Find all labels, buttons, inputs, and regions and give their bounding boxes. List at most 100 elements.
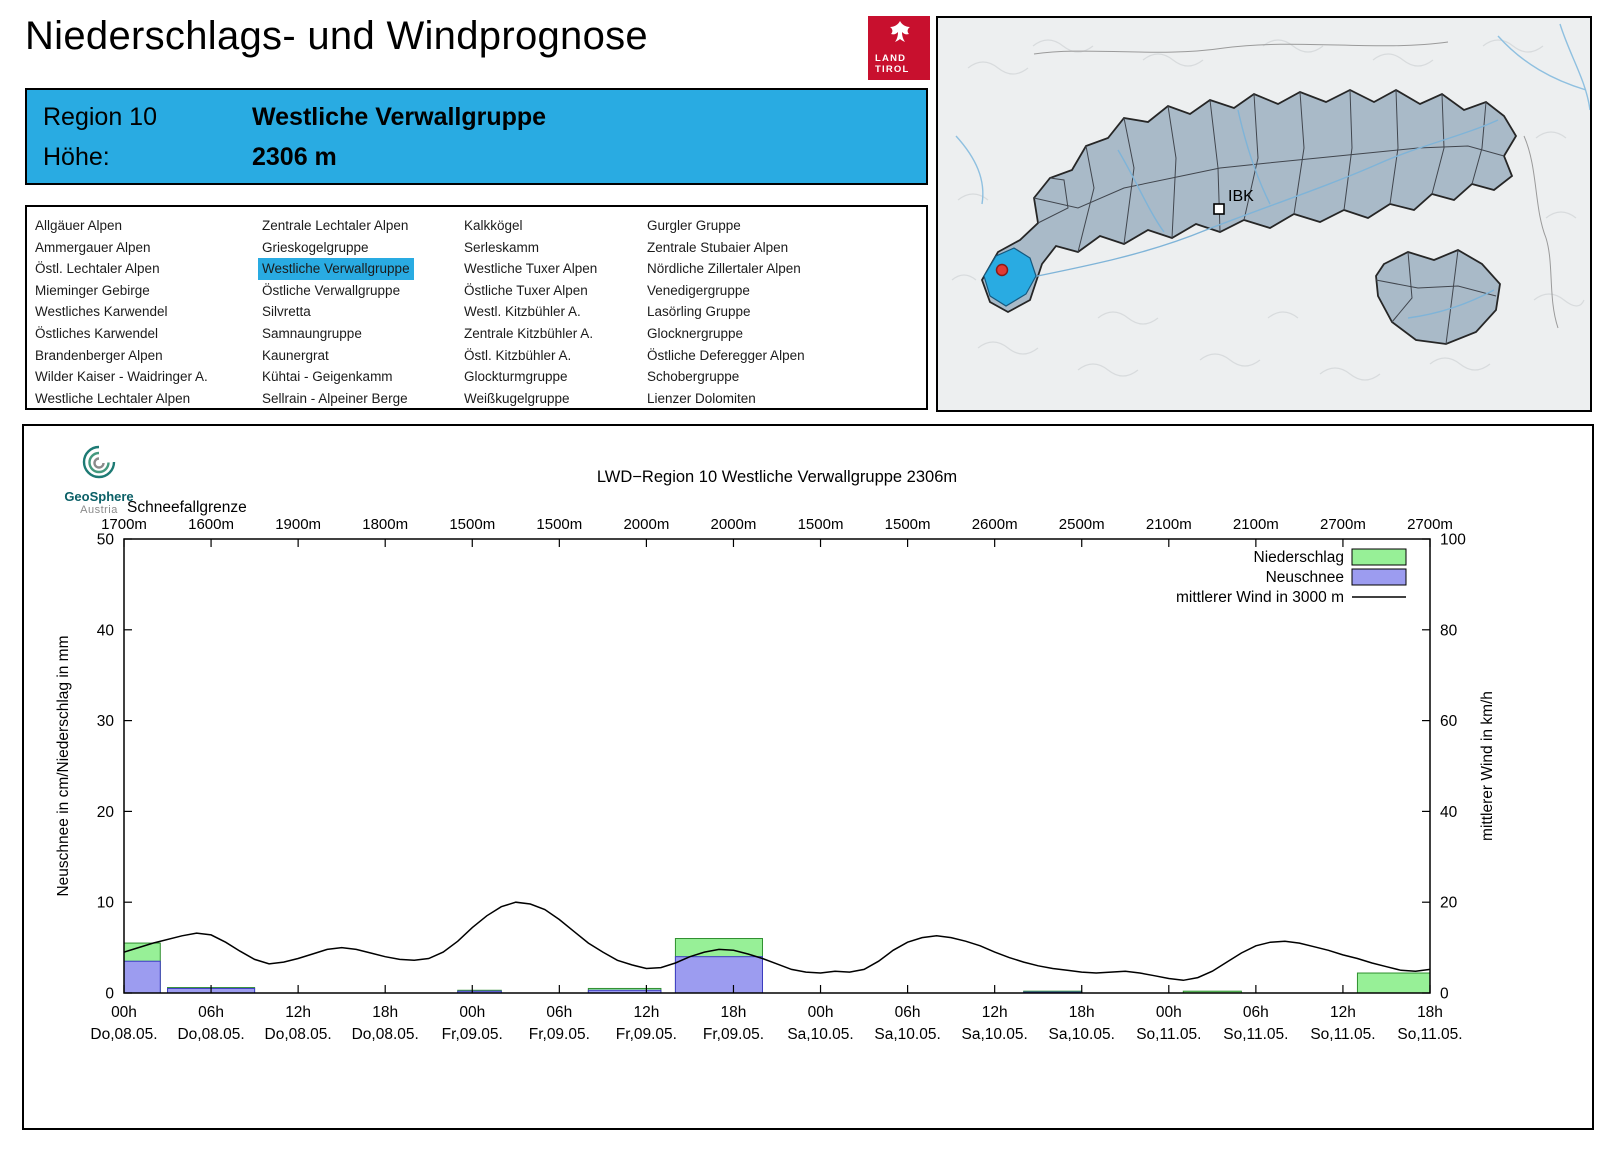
region-item[interactable]: Östliche Verwallgruppe <box>262 280 400 302</box>
region-item[interactable]: Glocknergruppe <box>647 323 743 345</box>
location-marker-dot <box>995 263 1009 277</box>
region-item[interactable]: Grieskogelgruppe <box>262 237 369 259</box>
region-item[interactable]: Nördliche Zillertaler Alpen <box>647 258 801 280</box>
xtick-date-label: Do,08.05. <box>177 1026 244 1043</box>
xtick-time-label: 18h <box>1417 1004 1443 1021</box>
region-item[interactable]: Gurgler Gruppe <box>647 215 741 237</box>
page: { "page": { "title": "Niederschlags- und… <box>0 0 1600 1153</box>
xtick-date-label: Sa,10.05. <box>874 1026 940 1043</box>
legend-label: Niederschlag <box>1254 549 1344 566</box>
xtick-time-label: 00h <box>459 1004 485 1021</box>
region-item[interactable]: Zentrale Stubaier Alpen <box>647 237 788 259</box>
y-axis-right-title: mittlerer Wind in km/h <box>1479 691 1496 841</box>
region-item[interactable]: Lienzer Dolomiten <box>647 388 756 410</box>
geosphere-logo: GeoSphere Austria <box>54 442 144 516</box>
page-title: Niederschlags- und Windprognose <box>25 14 648 58</box>
xtick-date-label: Fr,09.05. <box>442 1026 503 1043</box>
snow-bar <box>123 960 161 994</box>
land-tirol-logo-line2: TIROL <box>875 63 910 75</box>
snowline-label: Schneefallgrenze <box>127 499 247 516</box>
region-item[interactable]: Westliche Lechtaler Alpen <box>35 388 190 410</box>
region-item[interactable]: Mieminger Gebirge <box>35 280 150 302</box>
xtick-date-label: So,11.05. <box>1223 1026 1288 1043</box>
region-list-column: Gurgler Gruppe Zentrale Stubaier Alpen Nör… <box>647 215 805 409</box>
ibk-label: IBK <box>1228 188 1254 205</box>
region-item[interactable]: Serleskamm <box>464 237 539 259</box>
xtick-date-label: Fr,09.05. <box>616 1026 677 1043</box>
legend-label: Neuschnee <box>1266 569 1344 586</box>
xtick-time-label: 18h <box>721 1004 747 1021</box>
region-item[interactable]: Östliche Tuxer Alpen <box>464 280 588 302</box>
region-item[interactable]: Kalkkögel <box>464 215 523 237</box>
region-list-column: Zentrale Lechtaler Alpen Grieskogelgruppe… <box>258 215 414 410</box>
region-item[interactable]: Westliche Tuxer Alpen <box>464 258 597 280</box>
precip-bar <box>1356 972 1431 994</box>
forecast-chart-panel: LWD−Region 10 Westliche Verwallgruppe 23… <box>22 424 1594 1130</box>
snowline-value: 1500m <box>798 516 844 533</box>
legend-swatch-1 <box>1351 568 1407 586</box>
land-tirol-logo: LAND TIROL <box>868 16 930 80</box>
tirol-eagle-icon <box>890 21 910 42</box>
bars-group <box>123 938 1431 994</box>
snowline-value: 2600m <box>972 516 1018 533</box>
geosphere-country: Austria <box>80 504 118 516</box>
tirol-overview-map: IBK <box>936 16 1592 412</box>
region-item[interactable]: Östliches Karwendel <box>35 323 158 345</box>
region-item[interactable]: Weißkugelgruppe <box>464 388 570 410</box>
region-item[interactable]: Östliche Deferegger Alpen <box>647 345 805 367</box>
xtick-date-label: Fr,09.05. <box>529 1026 590 1043</box>
snowline-value: 2500m <box>1059 516 1105 533</box>
region-item[interactable]: Östl. Lechtaler Alpen <box>35 258 160 280</box>
xtick-time-label: 12h <box>633 1004 659 1021</box>
xtick-time-label: 18h <box>1069 1004 1095 1021</box>
snowline-value: 2000m <box>711 516 757 533</box>
region-item[interactable]: Zentrale Kitzbühler A. <box>464 323 593 345</box>
region-item[interactable]: Westl. Kitzbühler A. <box>464 301 581 323</box>
region-item[interactable]: Brandenberger Alpen <box>35 345 163 367</box>
snowline-value: 2700m <box>1407 516 1453 533</box>
xtick-date-label: So,11.05. <box>1397 1026 1462 1043</box>
region-item[interactable]: Samnaungruppe <box>262 323 362 345</box>
region-header: Region 10 Westliche Verwallgruppe Höhe: … <box>25 88 928 185</box>
ytick-left-label: 0 <box>105 986 114 1003</box>
xtick-date-label: Sa,10.05. <box>961 1026 1027 1043</box>
xtick-time-label: 18h <box>372 1004 398 1021</box>
region-item[interactable]: Venedigergruppe <box>647 280 750 302</box>
region-item[interactable]: Sellrain - Alpeiner Berge <box>262 388 408 410</box>
snowline-value: 1700m <box>101 516 147 533</box>
region-item[interactable]: Schobergruppe <box>647 366 739 388</box>
xtick-time-label: 06h <box>198 1004 224 1021</box>
xtick-time-label: 12h <box>1330 1004 1356 1021</box>
xtick-time-label: 06h <box>546 1004 572 1021</box>
xtick-time-label: 00h <box>1156 1004 1182 1021</box>
geosphere-swirl-icon <box>82 445 116 479</box>
chart-title: LWD−Region 10 Westliche Verwallgruppe 23… <box>597 468 957 486</box>
region-item[interactable]: Kühtai - Geigenkamm <box>262 366 393 388</box>
xtick-date-label: Do,08.05. <box>90 1026 157 1043</box>
xtick-date-label: Fr,09.05. <box>703 1026 764 1043</box>
geosphere-name: GeoSphere <box>64 489 134 504</box>
ytick-right-label: 0 <box>1440 986 1449 1003</box>
xtick-time-label: 00h <box>808 1004 834 1021</box>
land-tirol-logo-line1: LAND <box>875 53 907 64</box>
region-item[interactable]: Zentrale Lechtaler Alpen <box>262 215 408 237</box>
region-item[interactable]: Östl. Kitzbühler A. <box>464 345 571 367</box>
ytick-right-label: 20 <box>1440 895 1458 912</box>
y-axis-left-title: Neuschnee in cm/Niederschlag in mm <box>55 635 72 896</box>
xtick-date-label: So,11.05. <box>1136 1026 1201 1043</box>
region-item[interactable]: Glockturmgruppe <box>464 366 568 388</box>
region-item[interactable]: Wilder Kaiser - Waidringer A. <box>35 366 208 388</box>
region-item[interactable]: Silvretta <box>262 301 311 323</box>
snowline-value: 2000m <box>623 516 669 533</box>
xtick-date-label: Sa,10.05. <box>787 1026 853 1043</box>
region-item[interactable]: Allgäuer Alpen <box>35 215 122 237</box>
region-item[interactable]: Ammergauer Alpen <box>35 237 151 259</box>
region-item-selected[interactable]: Westliche Verwallgruppe <box>258 258 414 280</box>
region-name: Westliche Verwallgruppe <box>252 103 547 131</box>
snowline-value: 1900m <box>275 516 321 533</box>
region-item[interactable]: Westliches Karwendel <box>35 301 168 323</box>
region-item[interactable]: Kaunergrat <box>262 345 329 367</box>
region-item[interactable]: Lasörling Gruppe <box>647 301 751 323</box>
ytick-right-label: 40 <box>1440 804 1458 821</box>
snowline-value: 2700m <box>1320 516 1366 533</box>
